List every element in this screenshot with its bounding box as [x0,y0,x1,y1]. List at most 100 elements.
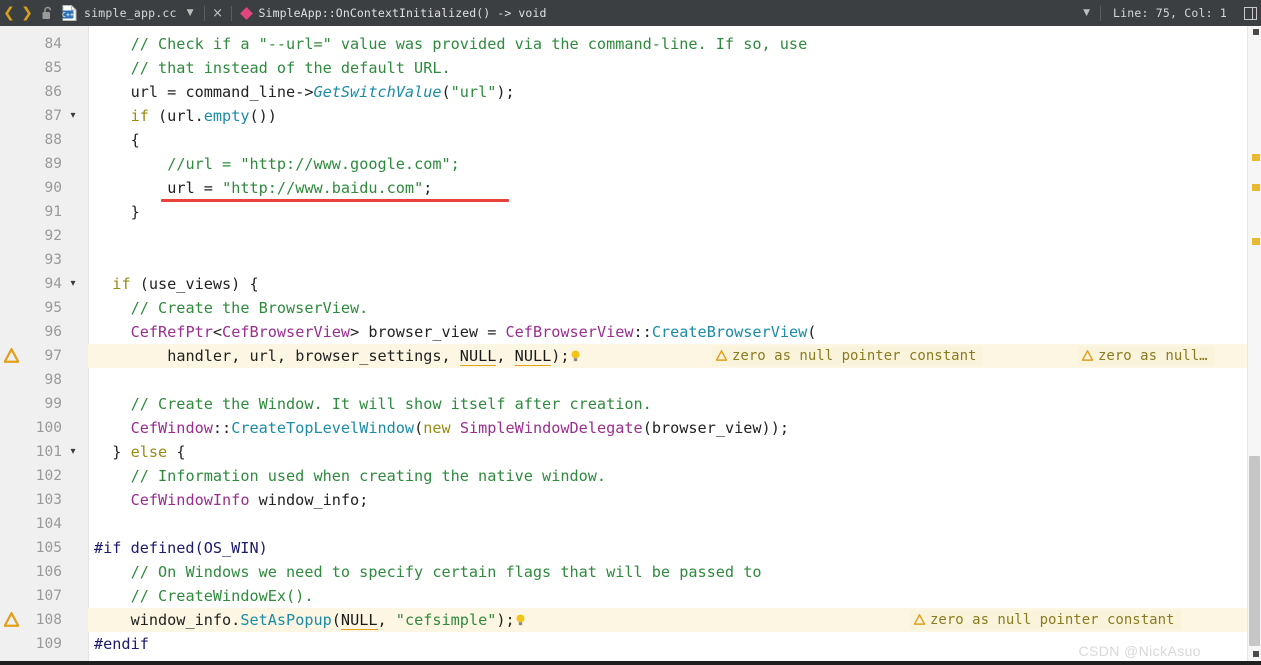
forward-icon[interactable]: ❯ [18,0,36,26]
fold-chevron-icon[interactable]: ▾ [66,104,80,128]
code-text: handler, url, browser_settings, NULL, NU… [94,344,580,368]
quick-fix-bulb-icon[interactable] [571,346,580,362]
code-line[interactable]: 98 [0,368,1261,392]
line-number: 103 [35,492,62,508]
line-number: 91 [44,204,62,220]
active-file-tab[interactable]: simple_app.cc [84,6,177,20]
line-number: 100 [35,420,62,436]
toolbar-divider [230,5,232,21]
code-text: CefRefPtr<CefBrowserView> browser_view =… [130,323,817,341]
code-line[interactable]: 87 ▾ if (url.empty()) [0,104,1261,128]
close-icon[interactable]: × [205,6,231,21]
line-col-indicator[interactable]: Line: 75, Col: 1 [1101,6,1239,20]
code-text: if (url.empty()) [130,107,277,125]
code-text: //url = "http://www.google.com"; [167,155,460,173]
chevron-down-icon[interactable]: ▼ [1073,8,1100,18]
chevron-down-icon[interactable]: ▼ [177,8,204,18]
code-line[interactable]: 105 #if defined(OS_WIN) [0,536,1261,560]
code-line[interactable]: 100 CefWindow::CreateTopLevelWindow(new S… [0,416,1261,440]
code-text: #endif [94,635,149,653]
breadcrumb[interactable]: SimpleApp::OnContextInitialized() -> voi… [259,6,547,20]
code-line[interactable]: 93 [0,248,1261,272]
code-line[interactable]: 99 // Create the Window. It will show its… [0,392,1261,416]
line-number: 97 [44,348,62,364]
code-editor[interactable]: 84 // Check if a "--url=" value was provi… [0,26,1261,665]
code-line[interactable]: 85 // that instead of the default URL. [0,56,1261,80]
watermark: CSDN @NickAsuo [1078,643,1201,659]
code-line[interactable]: 96 CefRefPtr<CefBrowserView> browser_view… [0,320,1261,344]
line-number: 107 [35,588,62,604]
cpp-file-icon: C++ [62,5,77,21]
code-text: if (use_views) { [112,275,259,293]
svg-text:C++: C++ [62,11,74,19]
scrollbar-warning-marker[interactable] [1252,154,1260,161]
vertical-scrollbar[interactable] [1247,26,1261,665]
code-line[interactable]: 89 //url = "http://www.google.com"; [0,152,1261,176]
code-line[interactable]: 97 handler, url, browser_settings, NULL, … [0,344,1261,368]
line-number: 108 [35,612,62,628]
inline-warning-chip[interactable]: zero as null… [1078,346,1215,366]
window-bottom-edge [0,661,1261,665]
line-number: 93 [44,252,62,268]
scrollbar-warning-marker[interactable] [1252,238,1260,245]
inline-warning-chip[interactable]: zero as null pointer constant [910,610,1182,630]
line-number: 102 [35,468,62,484]
code-text: // On Windows we need to specify certain… [130,563,762,581]
code-line[interactable]: 92 [0,224,1261,248]
line-number: 84 [44,36,62,52]
code-text: // Create the Window. It will show itsel… [130,395,652,413]
line-number: 104 [35,516,62,532]
unlocked-padlock-icon[interactable] [36,0,58,26]
line-number: 87 [44,108,62,124]
ide-window: ❮ ❯ C++ simple_app.cc ▼ × SimpleApp::OnC… [0,0,1261,665]
fold-chevron-icon[interactable]: ▾ [66,440,80,464]
code-line[interactable]: 103 CefWindowInfo window_info; [0,488,1261,512]
line-number: 92 [44,228,62,244]
code-text: CefWindowInfo window_info; [130,491,369,509]
line-number: 86 [44,84,62,100]
back-icon[interactable]: ❮ [0,0,18,26]
scrollbar-thumb[interactable] [1249,456,1260,646]
code-text: } else { [112,443,186,461]
code-line[interactable]: 107 // CreateWindowEx(). [0,584,1261,608]
code-line[interactable]: 84 // Check if a "--url=" value was provi… [0,32,1261,56]
code-line[interactable]: 91} [0,200,1261,224]
quick-fix-bulb-icon[interactable] [516,610,525,626]
code-line[interactable]: 104 [0,512,1261,536]
fold-chevron-icon[interactable]: ▾ [66,272,80,296]
line-number: 98 [44,372,62,388]
inline-warning-chip[interactable]: zero as null pointer constant [712,346,984,366]
scrollbar-top-marker [1253,29,1259,35]
line-number: 90 [44,180,62,196]
code-text: // CreateWindowEx(). [130,587,314,605]
code-line[interactable]: 101 ▾ } else { [0,440,1261,464]
method-diamond-icon [239,6,253,20]
code-text: // that instead of the default URL. [130,59,451,77]
code-line[interactable]: 95 // Create the BrowserView. [0,296,1261,320]
code-text: // Information used when creating the na… [130,467,607,485]
inline-warning-text: zero as null pointer constant [732,348,977,364]
inline-warning-text: zero as null… [1098,348,1208,364]
line-number: 101 [35,444,62,460]
code-line[interactable]: 90 url = "http://www.baidu.com"; [0,176,1261,200]
line-number: 94 [44,276,62,292]
line-number: 88 [44,132,62,148]
scrollbar-warning-marker[interactable] [1252,184,1260,191]
line-number: 95 [44,300,62,316]
code-line[interactable]: 86 url = command_line->GetSwitchValue("ur… [0,80,1261,104]
code-text: CefWindow::CreateTopLevelWindow(new Simp… [130,419,789,437]
code-line[interactable]: 106 // On Windows we need to specify cert… [0,560,1261,584]
right-panel-icon[interactable] [1239,6,1261,20]
line-number: 109 [35,636,62,652]
scrollbar-bottom-marker [1253,651,1259,657]
code-line[interactable]: 94 ▾ if (use_views) { [0,272,1261,296]
editor-toolbar: ❮ ❯ C++ simple_app.cc ▼ × SimpleApp::OnC… [0,0,1261,26]
code-text: #if defined(OS_WIN) [94,539,268,557]
code-text: // Create the BrowserView. [130,299,369,317]
code-text: { [130,131,140,149]
code-line[interactable]: 109 #endif [0,632,1261,656]
code-text: // Check if a "--url=" value was provide… [130,35,808,53]
code-text: url = "http://www.baidu.com"; [167,179,433,197]
code-line[interactable]: 88 { [0,128,1261,152]
code-line[interactable]: 102 // Information used when creating the… [0,464,1261,488]
